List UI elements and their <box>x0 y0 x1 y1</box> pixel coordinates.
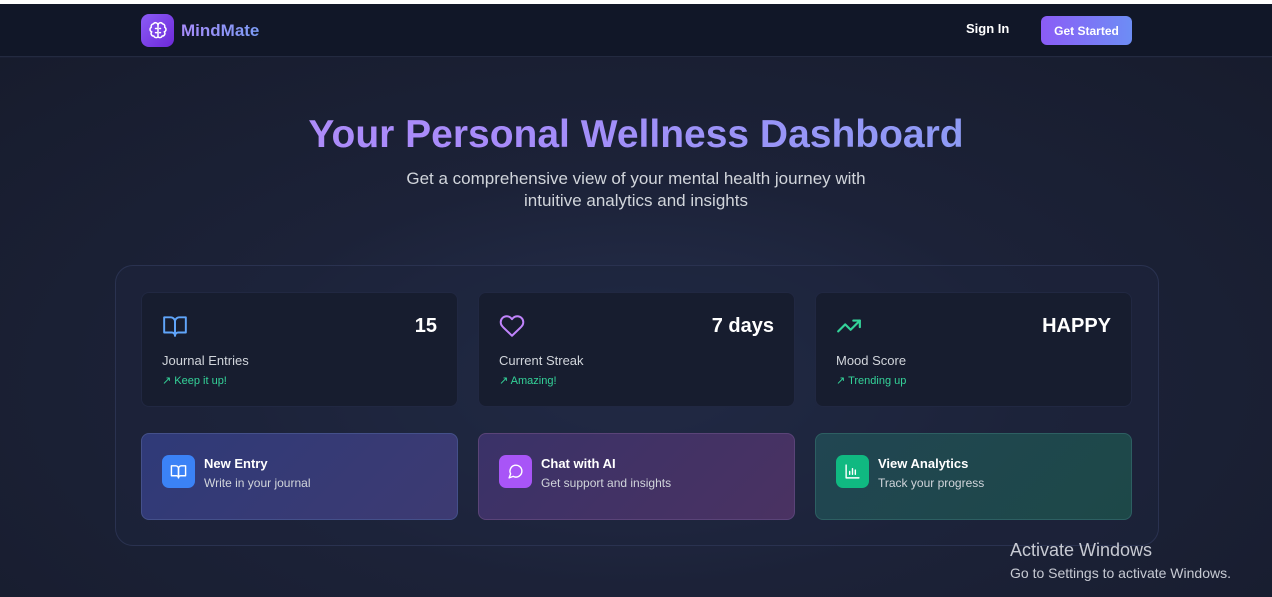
stat-label: Journal Entries <box>162 353 249 368</box>
chat-bubble-icon <box>499 455 532 488</box>
stat-trend: ↗ Trending up <box>836 375 907 387</box>
stat-card-mood-score: HAPPY Mood Score ↗ Trending up <box>815 292 1132 407</box>
trending-up-icon <box>836 313 862 339</box>
stat-value: 7 days <box>711 315 774 337</box>
stat-value: 15 <box>414 315 437 337</box>
stat-trend: ↗ Amazing! <box>499 375 557 387</box>
heart-icon <box>499 313 525 339</box>
book-open-icon <box>162 313 188 339</box>
bar-chart-icon <box>836 455 869 488</box>
action-title: Chat with AI <box>541 456 616 471</box>
action-subtitle: Get support and insights <box>541 476 672 490</box>
view-analytics-button[interactable]: View Analytics Track your progress <box>815 433 1132 520</box>
stat-card-journal-entries: 15 Journal Entries ↗ Keep it up! <box>141 292 458 407</box>
stat-card-current-streak: 7 days Current Streak ↗ Amazing! <box>478 292 795 407</box>
new-entry-button[interactable]: New Entry Write in your journal <box>141 433 458 520</box>
book-icon <box>162 455 195 488</box>
hero-subtitle: Get a comprehensive view of your mental … <box>406 169 866 210</box>
action-subtitle: Track your progress <box>878 476 985 490</box>
stat-value: HAPPY <box>1042 315 1111 337</box>
activate-windows-watermark: Activate Windows Go to Settings to activ… <box>1010 539 1231 583</box>
stat-label: Current Streak <box>499 353 584 368</box>
action-title: New Entry <box>204 456 268 471</box>
brand[interactable]: MindMate <box>141 14 259 47</box>
brand-name: MindMate <box>181 20 260 40</box>
sign-in-link[interactable]: Sign In <box>966 21 1009 36</box>
action-subtitle: Write in your journal <box>204 476 311 490</box>
navbar: MindMate Sign In Get Started <box>0 4 1272 57</box>
watermark-title: Activate Windows <box>1010 540 1153 560</box>
stat-trend: ↗ Keep it up! <box>162 375 227 387</box>
stat-label: Mood Score <box>836 353 907 368</box>
action-title: View Analytics <box>878 456 969 471</box>
chat-with-ai-button[interactable]: Chat with AI Get support and insights <box>478 433 795 520</box>
brain-logo-icon <box>141 14 174 47</box>
get-started-button[interactable]: Get Started <box>1041 16 1132 45</box>
hero-title: Your Personal Wellness Dashboard <box>0 110 1272 160</box>
watermark-subtitle: Go to Settings to activate Windows. <box>1010 565 1231 581</box>
